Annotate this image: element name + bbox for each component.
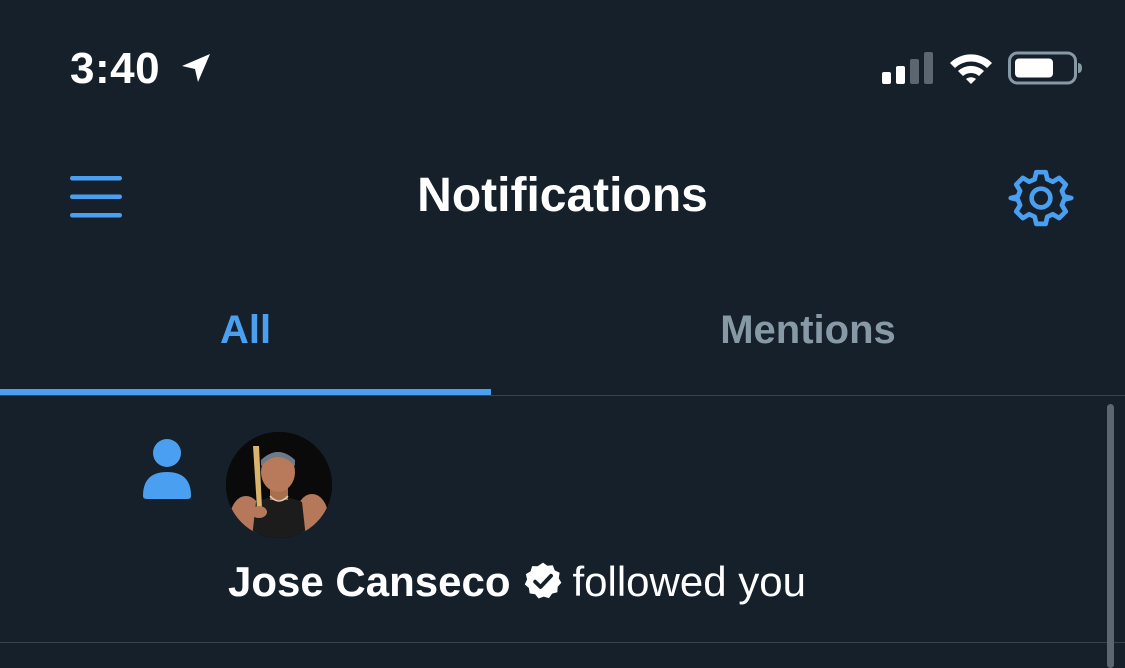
page-title: Notifications [417,169,708,222]
tab-mentions[interactable]: Mentions [491,300,1125,396]
tab-all-label: All [219,308,272,352]
notification-item[interactable]: Jose Canseco followed you [0,396,1125,642]
tab-all[interactable]: All [0,300,491,396]
verified-badge-icon [525,562,562,599]
user-avatar[interactable] [226,432,332,538]
person-icon [143,439,191,499]
battery-icon [1008,51,1082,85]
wifi-icon [950,54,992,84]
notification-text: Jose Canseco followed you [228,558,806,606]
notification-divider [0,642,1125,643]
notifications-screen: 3:40 Notifications All Mentions Jose Can… [0,0,1125,668]
gear-icon[interactable] [1008,165,1074,231]
cellular-signal-icon [882,52,933,84]
user-name[interactable]: Jose Canseco [228,558,510,605]
notification-action: followed you [572,558,806,605]
location-arrow-icon [182,54,210,82]
scrollbar[interactable] [1107,404,1114,668]
tab-mentions-label: Mentions [720,308,896,352]
status-time: 3:40 [70,44,161,93]
